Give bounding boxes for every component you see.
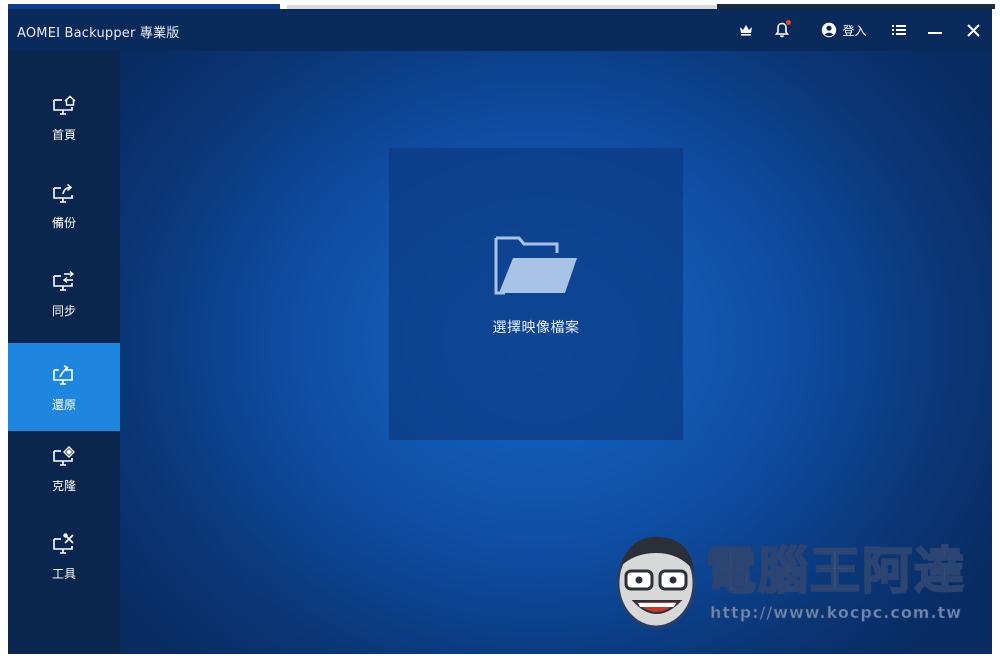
sidebar-item-label: 首頁	[51, 127, 76, 142]
crown-button[interactable]	[736, 20, 756, 40]
sidebar-item-label: 備份	[51, 215, 76, 230]
notification-dot	[786, 20, 791, 25]
watermark-text: 電腦王阿達	[705, 541, 966, 601]
sidebar-item-label: 還原	[51, 397, 76, 412]
home-monitor-icon	[53, 94, 76, 115]
restore-panel: 選擇映像檔案 電腦王阿達 http://www.kocpc.com.tw	[120, 51, 992, 654]
close-icon	[966, 23, 980, 37]
clone-monitor-icon	[53, 445, 75, 466]
select-image-file-label: 選擇映像檔案	[492, 320, 580, 336]
sync-monitor-icon	[53, 270, 75, 291]
sidebar-item-sync[interactable]: 同步	[8, 249, 120, 337]
sidebar-item-label: 同步	[51, 303, 76, 318]
crown-icon	[740, 25, 752, 36]
backup-monitor-icon	[53, 183, 73, 203]
watermark-url: http://www.kocpc.com.tw	[710, 603, 962, 623]
notification-button[interactable]	[772, 20, 792, 40]
mascot-face-icon	[616, 536, 696, 629]
sidebar-item-label: 工具	[51, 566, 76, 581]
sidebar-item-restore[interactable]: 還原	[8, 343, 120, 431]
outer-top-strip	[0, 0, 1000, 9]
minimize-icon	[928, 32, 942, 34]
tools-monitor-icon	[53, 532, 74, 554]
watermark-logo: 電腦王阿達 http://www.kocpc.com.tw	[610, 517, 970, 637]
app-window: AOMEI Backupper 專業版 登入 首頁 備份 同步 還原 克隆 工具…	[8, 9, 992, 654]
sidebar-item-label: 克隆	[51, 478, 76, 493]
sidebar: 首頁 備份 同步 還原 克隆 工具	[8, 51, 120, 654]
menu-button[interactable]	[889, 20, 909, 40]
select-image-file-button[interactable]: 選擇映像檔案	[389, 148, 683, 440]
login-label: 登入	[842, 23, 867, 38]
sidebar-item-home[interactable]: 首頁	[8, 73, 120, 161]
open-folder-icon	[494, 236, 577, 295]
menu-icon	[892, 25, 906, 35]
sidebar-item-backup[interactable]: 備份	[8, 161, 120, 249]
restore-monitor-icon	[53, 364, 73, 385]
title-bar: AOMEI Backupper 專業版 登入	[8, 9, 992, 51]
app-title: AOMEI Backupper 專業版	[17, 26, 180, 41]
user-icon	[822, 22, 837, 38]
login-button[interactable]: 登入	[816, 20, 872, 40]
minimize-button[interactable]	[925, 20, 945, 40]
sidebar-item-clone[interactable]: 克隆	[8, 424, 120, 512]
sidebar-item-tools[interactable]: 工具	[8, 512, 120, 600]
close-button[interactable]	[963, 20, 983, 40]
